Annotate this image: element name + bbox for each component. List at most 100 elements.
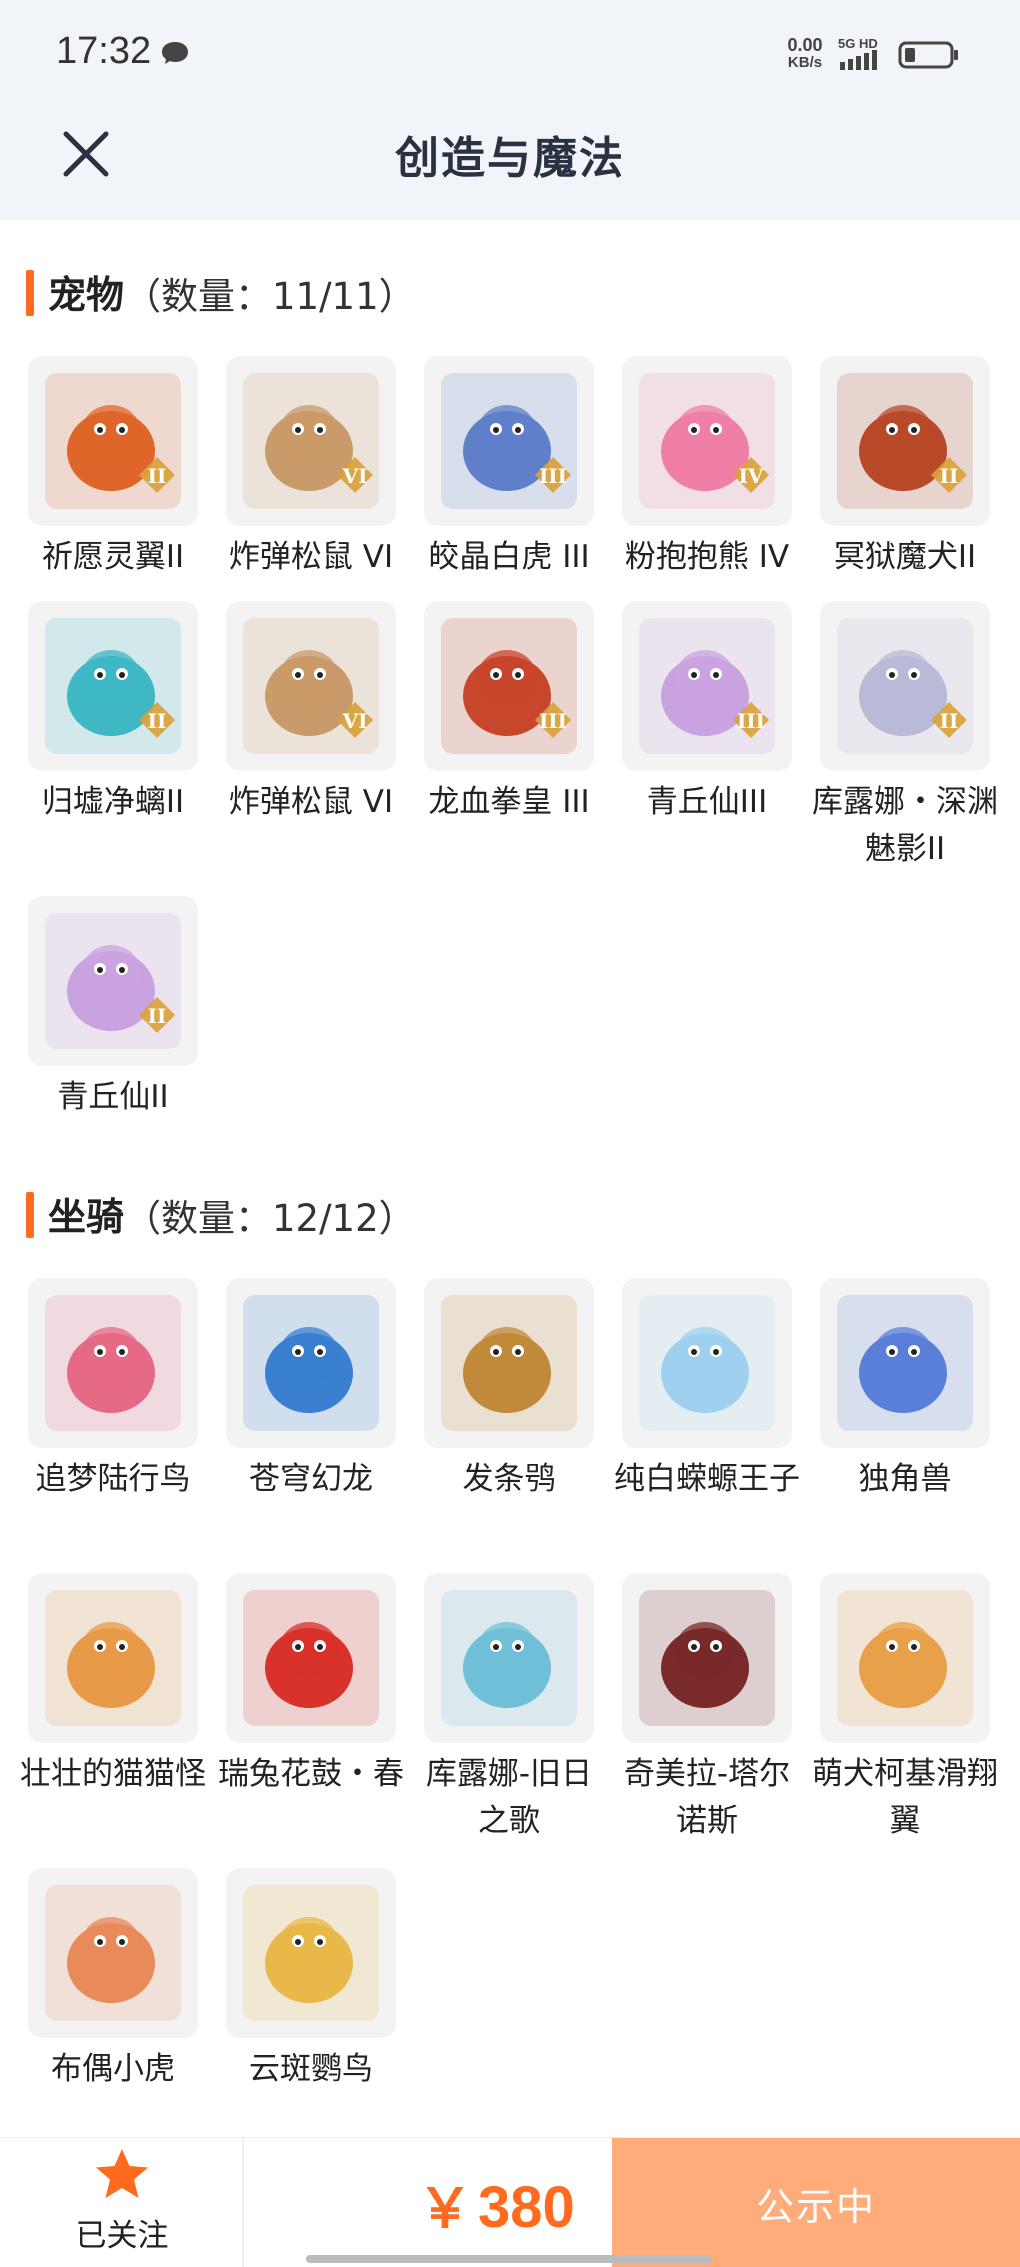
creature-icon: [45, 1885, 181, 2021]
network-speed-unit: KB/s: [787, 54, 823, 71]
public-status-button[interactable]: 公示中: [612, 2138, 1020, 2267]
item-name: 祈愿灵翼II: [41, 539, 185, 575]
creature-icon: [837, 1295, 973, 1431]
svg-text:VI: VI: [342, 709, 368, 733]
creature-icon: [243, 1885, 379, 2021]
price: ￥ 380: [418, 2164, 575, 2243]
mount-item[interactable]: 发条鸮: [396, 1278, 594, 1518]
item-name: 归墟净螭II: [41, 784, 185, 820]
creature-icon: [243, 1590, 379, 1726]
pet-item[interactable]: II 冥狱魔犬II: [792, 356, 990, 596]
item-thumbnail: [226, 1868, 396, 2038]
mounts-section-title: 坐骑: [48, 1195, 125, 1239]
price-value: 380: [478, 2175, 575, 2240]
pet-item[interactable]: II 库露娜・深渊魅影II: [792, 601, 998, 867]
creature-icon: [45, 1590, 181, 1726]
pet-item[interactable]: III 皎晶白虎 III: [396, 356, 594, 596]
svg-text:II: II: [148, 709, 167, 733]
item-thumbnail: [820, 1573, 990, 1743]
pet-item[interactable]: VI 炸弹松鼠 VI: [198, 356, 396, 596]
follow-button[interactable]: 已关注: [0, 2138, 244, 2267]
item-thumbnail: III: [424, 601, 594, 771]
network-speed-value: 0.00: [787, 35, 823, 55]
pet-item[interactable]: IV 粉抱抱熊 IV: [594, 356, 792, 596]
page-title: 创造与魔法: [395, 133, 625, 184]
status-bar: 17:32 0.00 KB/s 5G HD: [0, 0, 1020, 110]
creature-icon: [837, 1590, 973, 1726]
creature-icon: III: [441, 373, 577, 509]
pets-section-header: 宠物 （数量：11/11）: [0, 260, 1020, 320]
mount-item[interactable]: 壮壮的猫猫怪: [0, 1573, 206, 1813]
mounts-section-header: 坐骑 （数量：12/12）: [0, 1182, 1020, 1242]
mount-item[interactable]: 独角兽: [792, 1278, 990, 1518]
pets-section: 宠物 （数量：11/11） II 祈愿灵翼II VI 炸弹松鼠 VI III 皎…: [0, 260, 1020, 1115]
pet-item[interactable]: II 祈愿灵翼II: [0, 356, 198, 596]
item-name: 龙血拳皇 III: [428, 784, 590, 820]
creature-icon: [45, 1295, 181, 1431]
mount-item[interactable]: 瑞兔花鼓・春: [198, 1573, 404, 1813]
item-name: 壮壮的猫猫怪: [20, 1756, 206, 1792]
item-thumbnail: VI: [226, 601, 396, 771]
item-name: 布偶小虎: [51, 2051, 175, 2087]
creature-icon: II: [837, 373, 973, 509]
mount-item[interactable]: 萌犬柯基滑翔翼: [792, 1573, 998, 1839]
item-thumbnail: [820, 1278, 990, 1448]
svg-text:IV: IV: [739, 464, 764, 488]
creature-icon: III: [639, 618, 775, 754]
item-name: 冥狱魔犬II: [833, 539, 977, 575]
item-thumbnail: [622, 1278, 792, 1448]
creature-icon: II: [837, 618, 973, 754]
status-time: 17:32: [56, 30, 152, 72]
item-thumbnail: III: [622, 601, 792, 771]
pet-item[interactable]: II 青丘仙II: [0, 896, 198, 1136]
network-speed: 0.00 KB/s: [780, 36, 830, 72]
chat-bubble-icon: [162, 42, 188, 64]
item-thumbnail: [28, 1573, 198, 1743]
mount-item[interactable]: 追梦陆行鸟: [0, 1278, 198, 1518]
item-name: 奇美拉-塔尔诺斯: [623, 1756, 791, 1839]
creature-icon: VI: [243, 618, 379, 754]
item-name: 瑞兔花鼓・春: [218, 1756, 404, 1792]
item-thumbnail: IV: [622, 356, 792, 526]
item-thumbnail: II: [28, 896, 198, 1066]
creature-icon: II: [45, 913, 181, 1049]
mount-item[interactable]: 库露娜-旧日之歌: [396, 1573, 594, 1839]
item-name: 库露娜-旧日之歌: [425, 1756, 593, 1839]
creature-icon: [243, 1295, 379, 1431]
item-thumbnail: [226, 1573, 396, 1743]
section-accent-bar: [26, 1192, 34, 1238]
item-thumbnail: [226, 1278, 396, 1448]
item-name: 发条鸮: [462, 1461, 556, 1497]
item-thumbnail: II: [28, 356, 198, 526]
currency-symbol: ￥: [418, 2179, 472, 2239]
mount-item[interactable]: 苍穹幻龙: [198, 1278, 396, 1518]
mount-item[interactable]: 纯白蝾螈王子: [594, 1278, 800, 1518]
mounts-section-count: （数量：12/12）: [124, 1197, 416, 1240]
home-indicator[interactable]: [306, 2255, 712, 2263]
star-icon: [96, 2149, 148, 2198]
creature-icon: II: [45, 618, 181, 754]
pet-item[interactable]: III 龙血拳皇 III: [396, 601, 594, 841]
svg-text:II: II: [940, 464, 959, 488]
mount-item[interactable]: 布偶小虎: [0, 1868, 198, 2108]
creature-icon: [441, 1590, 577, 1726]
svg-text:III: III: [737, 709, 765, 733]
creature-icon: [441, 1295, 577, 1431]
item-name: 追梦陆行鸟: [35, 1461, 191, 1497]
mount-item[interactable]: 奇美拉-塔尔诺斯: [594, 1573, 792, 1839]
battery-icon: [898, 41, 958, 69]
item-thumbnail: [28, 1278, 198, 1448]
creature-icon: IV: [639, 373, 775, 509]
creature-icon: II: [45, 373, 181, 509]
mount-item[interactable]: 云斑鹦鸟: [198, 1868, 396, 2108]
signal-icon: 5G HD: [838, 36, 890, 72]
item-name: 纯白蝾螈王子: [614, 1461, 800, 1497]
pet-item[interactable]: II 归墟净螭II: [0, 601, 198, 841]
svg-text:II: II: [148, 1004, 167, 1028]
item-name: 萌犬柯基滑翔翼: [812, 1756, 998, 1839]
item-name: 苍穹幻龙: [249, 1461, 373, 1497]
pet-item[interactable]: VI 炸弹松鼠 VI: [198, 601, 396, 841]
pet-item[interactable]: III 青丘仙III: [594, 601, 792, 841]
bottom-action-bar: 已关注 ￥ 380 公示中: [0, 2137, 1020, 2267]
item-thumbnail: [622, 1573, 792, 1743]
